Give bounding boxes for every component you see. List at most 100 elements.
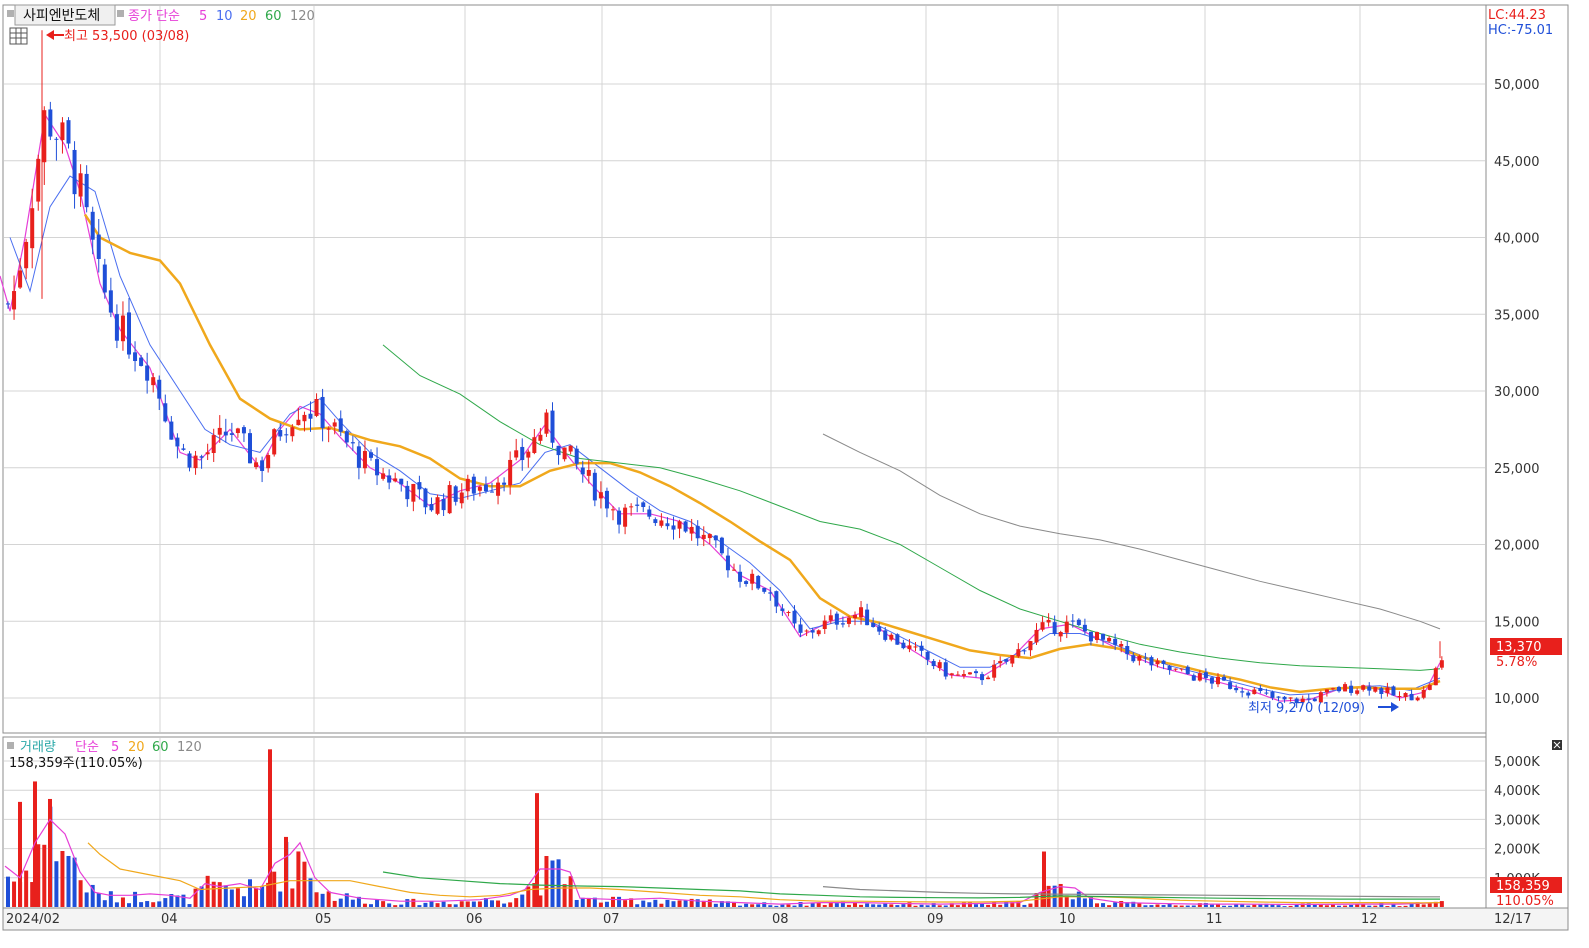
candle-body [1149,657,1154,666]
candle-body [846,617,851,624]
high-price-label: 최고 53,500 (03/08) [64,29,189,44]
candle-body [453,486,458,502]
candle-body [865,609,870,626]
candle-body [1409,693,1414,701]
volume-bar [477,901,482,907]
candle-body [1385,687,1390,694]
candle-body [943,662,948,677]
volume-bar [12,881,17,907]
volume-bar [205,875,210,907]
volume-bar [362,903,367,907]
volume-bar [774,905,779,907]
candle-body [1203,672,1208,678]
volume-bar [707,899,712,907]
volume-bar [1028,903,1033,907]
candle-body [1197,673,1202,681]
volume-bar [617,896,622,907]
candle-body [1415,697,1420,701]
candle-body [653,519,658,524]
candle-body [248,433,252,464]
volume-bar [671,901,676,907]
volume-bar [828,902,833,907]
volume-bar [1397,906,1402,907]
volume-bar [544,855,549,907]
candle-body [350,442,355,444]
candle-body [387,475,392,483]
candle-body [641,502,646,508]
volume-legend-ma5: 5 [111,740,119,755]
candle-body [1022,650,1027,652]
candle-body [187,453,192,468]
date-axis-label: 10 [1059,912,1076,927]
volume-bar [48,798,52,907]
volume-bar [375,899,380,907]
date-axis-label: 12 [1361,912,1378,927]
candle-body [217,427,222,435]
volume-bar [1246,905,1251,907]
candle-body [719,537,724,554]
candle-body [120,315,125,342]
volume-bar [290,888,295,907]
volume-bar [895,905,900,907]
candle-body [441,498,446,511]
candle-body [1264,692,1269,694]
candle-body [768,592,773,594]
volume-bar [1161,905,1166,907]
price-axis-label: 25,000 [1494,462,1540,477]
volume-bar [1185,905,1190,907]
candle-body [326,428,331,430]
candle-body [12,291,17,310]
volume-bar [955,905,960,907]
candle-body [1143,657,1148,659]
candle-body [1228,682,1233,689]
date-axis-end: 12/17 [1494,912,1531,927]
volume-bar [332,900,337,907]
candle-body [66,120,71,144]
table-view-icon[interactable] [9,27,28,45]
candle-body [60,122,65,141]
volume-bar [943,905,948,907]
candle-body [393,478,398,482]
candle-body [314,399,319,416]
candle-body [1046,619,1051,623]
candle-body [623,507,628,527]
volume-bar [550,860,555,907]
price-axis-label: 30,000 [1494,385,1540,400]
volume-bar [471,901,476,907]
candle-body [713,535,718,541]
candle-body [586,469,591,476]
volume-bar [453,904,458,907]
candle-body [72,149,77,195]
candle-body [399,478,404,485]
candle-body [1373,687,1378,692]
volume-legend-ma60: 60 [152,740,169,755]
candle-body [689,526,694,534]
candle-body [1306,698,1311,700]
candle-body [1379,688,1384,694]
candle-body [611,509,615,511]
candle-body [435,497,440,514]
volume-bar [465,901,470,907]
candle-body [538,434,543,441]
candle-body [114,314,119,341]
candle-body [931,660,936,667]
date-axis-label: 09 [927,912,944,927]
volume-bar [314,892,319,907]
candle-body [1246,692,1251,696]
volume-bar [284,836,288,907]
candle-body [1258,687,1263,692]
volume-bar [508,902,513,907]
candle-body [883,630,888,640]
candle-body [465,478,470,492]
volume-bar [84,892,89,907]
candle-body [254,462,259,468]
candle-body [1155,660,1160,665]
candle-body [108,290,113,313]
candle-body [992,664,997,678]
panel-toggle-icon[interactable] [7,10,14,17]
volume-bar [1179,905,1184,907]
volume-panel-toggle-icon[interactable] [7,742,14,749]
volume-bar [1343,905,1348,907]
candle-body [302,414,307,422]
volume-bar [102,900,107,907]
